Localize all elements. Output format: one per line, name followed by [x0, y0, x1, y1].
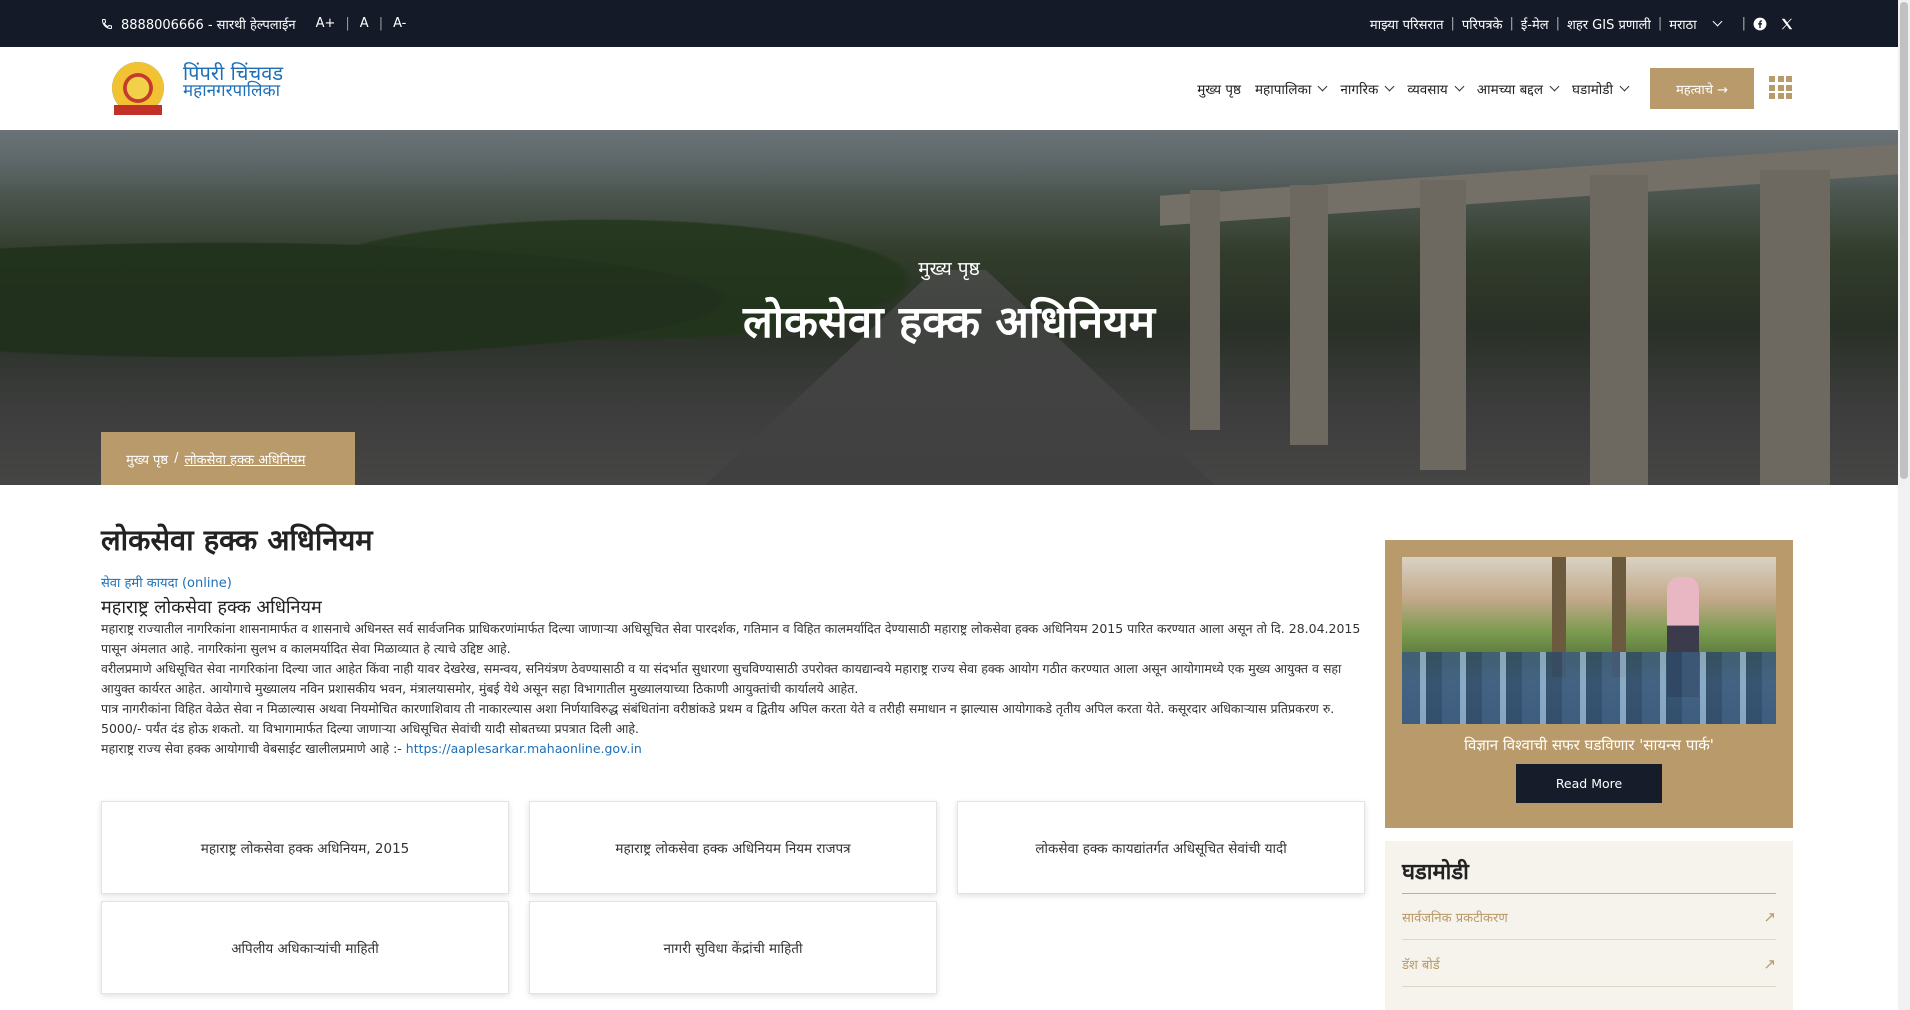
brand-name[interactable]: पिंपरी चिंचवड महानगरपालिका — [183, 61, 284, 101]
hero-title: लोकसेवा हक्क अधिनियम — [742, 297, 1156, 348]
main-header: पिंपरी चिंचवड महानगरपालिका मुख्य पृष्ठ म… — [0, 47, 1910, 130]
main-content: लोकसेवा हक्क अधिनियम सेवा हमी कायदा (onl… — [101, 520, 1366, 759]
hero-banner: मुख्य पृष्ठ लोकसेवा हक्क अधिनियम मुख्य प… — [0, 130, 1898, 485]
hero-crumb[interactable]: मुख्य पृष्ठ — [0, 255, 1898, 281]
primary-nav: मुख्य पृष्ठ महापालिका नागरिक व्यवसाय आमच… — [1197, 47, 1630, 130]
card-act-2015[interactable]: महाराष्ट्र लोकसेवा हक्क अधिनियम, 2015 — [101, 801, 509, 894]
card-appellate-officers[interactable]: अपिलीय अधिकाऱ्यांची माहिती — [101, 901, 509, 994]
news-caption[interactable]: विज्ञान विश्वाची सफर घडविणार 'सायन्स पार… — [1385, 735, 1793, 755]
topbar-link-email[interactable]: ई-मेल — [1521, 15, 1549, 33]
chevron-down-icon — [1317, 81, 1328, 92]
paragraph-1: महाराष्ट्र राज्यातील नागरिकांना शासनामार… — [101, 621, 1361, 656]
arrow-up-right-icon: ↗ — [1763, 954, 1776, 973]
page-scrollbar[interactable] — [1898, 0, 1910, 1010]
phone-icon — [101, 18, 113, 30]
card-citizen-centers[interactable]: नागरी सुविधा केंद्रांची माहिती — [529, 901, 937, 994]
chevron-down-icon — [1384, 81, 1395, 92]
card-notified-services[interactable]: लोकसेवा हक्क कायद्यांतर्गत अधिसूचित सेवा… — [957, 801, 1365, 894]
chevron-down-icon — [1619, 81, 1630, 92]
breadcrumb-home[interactable]: मुख्य पृष्ठ — [126, 450, 168, 468]
sub-heading: महाराष्ट्र लोकसेवा हक्क अधिनियम — [101, 597, 322, 618]
read-more-button[interactable]: Read More — [1516, 764, 1662, 803]
chevron-down-icon[interactable] — [1712, 16, 1723, 27]
font-increase-button[interactable]: A+ — [316, 16, 336, 31]
paragraph-2: वरीलप्रमाणे अधिसूचित सेवा नागरिकांना दिल… — [101, 661, 1342, 696]
paragraph-3: पात्र नागरीकांना विहित वेळेत सेवा न मिळा… — [101, 701, 1335, 736]
nav-item-business[interactable]: व्यवसाय — [1407, 80, 1465, 98]
breadcrumb: मुख्य पृष्ठ / लोकसेवा हक्क अधिनियम — [101, 432, 355, 485]
chevron-down-icon — [1454, 81, 1465, 92]
events-title: घडामोडी — [1402, 860, 1469, 885]
topbar-link-my-area[interactable]: माझ्या परिसरात — [1370, 15, 1444, 33]
logo-ribbon — [114, 105, 162, 115]
nav-item-corporation[interactable]: महापालिका — [1255, 80, 1328, 98]
nav-item-events[interactable]: घडामोडी — [1572, 80, 1630, 98]
nav-item-citizen[interactable]: नागरिक — [1340, 80, 1395, 98]
brand-line1: पिंपरी चिंचवड — [183, 61, 284, 85]
online-service-link[interactable]: सेवा हमी कायदा (online) — [101, 573, 1366, 591]
top-utility-bar: 8888006666 - सारथी हेल्पलाईन A+ | A | A-… — [0, 0, 1910, 47]
nav-item-home[interactable]: मुख्य पृष्ठ — [1197, 80, 1241, 98]
page-title: लोकसेवा हक्क अधिनियम — [101, 523, 373, 557]
brand-line2: महानगरपालिका — [183, 81, 281, 101]
chevron-down-icon — [1549, 81, 1560, 92]
aaplesarkar-link[interactable]: https://aaplesarkar.mahaonline.gov.in — [406, 741, 642, 756]
events-item-public-disclosure[interactable]: सार्वजनिक प्रकटीकरण ↗ — [1402, 894, 1776, 940]
news-feature-card: विज्ञान विश्वाची सफर घडविणार 'सायन्स पार… — [1385, 540, 1793, 828]
language-select[interactable]: मराठा — [1669, 15, 1696, 33]
topbar-link-circulars[interactable]: परिपत्रके — [1462, 15, 1503, 33]
important-button[interactable]: महत्वाचे → — [1650, 68, 1754, 109]
topbar-link-gis[interactable]: शहर GIS प्रणाली — [1567, 15, 1651, 33]
breadcrumb-separator: / — [174, 451, 179, 466]
topbar-right: माझ्या परिसरात | परिपत्रके | ई-मेल | शहर… — [1370, 0, 1794, 47]
font-reset-button[interactable]: A — [360, 16, 369, 31]
helpline-text[interactable]: 8888006666 - सारथी हेल्पलाईन — [121, 15, 296, 33]
nav-item-about[interactable]: आमच्या बद्दल — [1477, 80, 1560, 98]
x-twitter-icon[interactable] — [1780, 17, 1794, 31]
apps-grid-icon[interactable] — [1769, 76, 1792, 99]
news-image[interactable] — [1402, 557, 1776, 724]
events-item-dashboard[interactable]: डॅश बोर्ड ↗ — [1402, 941, 1776, 987]
arrow-up-right-icon: ↗ — [1763, 907, 1776, 926]
paragraph-4: महाराष्ट्र राज्य सेवा हक्क आयोगाची वेबसा… — [101, 741, 642, 756]
topbar-left: 8888006666 - सारथी हेल्पलाईन A+ | A | A- — [101, 0, 406, 47]
breadcrumb-current: लोकसेवा हक्क अधिनियम — [184, 452, 306, 468]
events-box: घडामोडी सार्वजनिक प्रकटीकरण ↗ डॅश बोर्ड … — [1385, 841, 1793, 1010]
font-decrease-button[interactable]: A- — [393, 16, 406, 31]
facebook-icon[interactable] — [1753, 17, 1767, 31]
font-size-controls: A+ | A | A- — [315, 16, 407, 31]
card-rules-gazette[interactable]: महाराष्ट्र लोकसेवा हक्क अधिनियम नियम राज… — [529, 801, 937, 894]
